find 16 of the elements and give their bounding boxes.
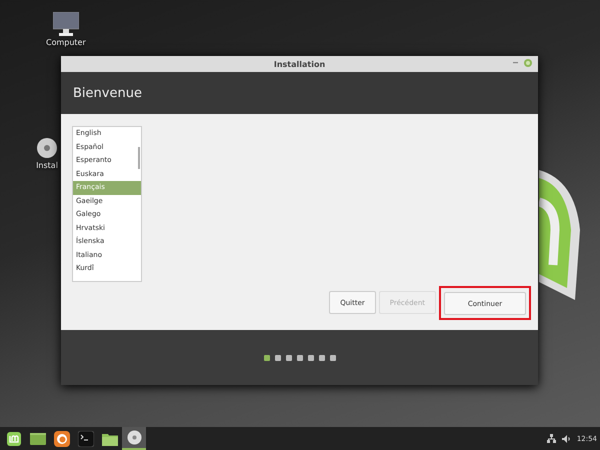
network-icon[interactable]	[546, 434, 556, 443]
desktop-icon-label[interactable]: Instal	[36, 161, 58, 170]
minimize-icon[interactable]	[513, 62, 518, 64]
window-title: Installation	[274, 60, 326, 68]
mint-menu-icon	[6, 430, 22, 446]
folder-icon	[102, 432, 118, 446]
disc-icon	[36, 137, 58, 159]
terminal-icon	[78, 430, 94, 446]
scrollbar[interactable]	[138, 147, 140, 169]
disc-icon	[126, 430, 142, 445]
desktop-icon	[30, 432, 46, 446]
desktop-icon-label[interactable]: Computer	[46, 38, 86, 47]
page-heading: Bienvenue	[73, 86, 142, 100]
volume-icon[interactable]	[562, 434, 571, 442]
monitor-icon	[52, 12, 79, 36]
browser-icon	[54, 430, 70, 446]
